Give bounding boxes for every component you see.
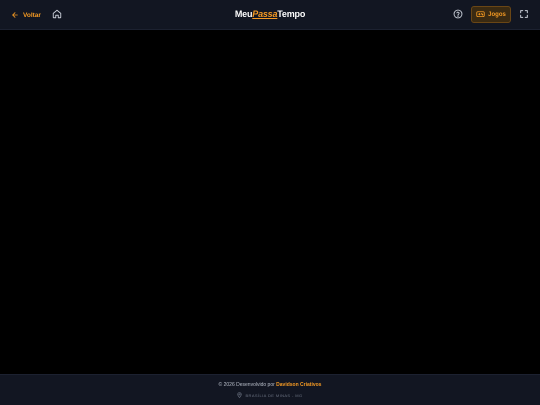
developer-link[interactable]: Davidson Criativos — [276, 382, 321, 388]
game-canvas[interactable] — [0, 30, 540, 374]
footer-credit: © 2026 Desenvolvido por Davidson Criativ… — [0, 382, 540, 388]
logo-part-2: Passa — [252, 9, 278, 19]
map-pin-icon — [237, 392, 243, 399]
footer-location: BRASÍLIA DE MINAS - MG — [0, 392, 540, 399]
top-bar: Voltar MeuPassaTempo Jogos — [0, 0, 540, 30]
fullscreen-icon — [519, 6, 529, 24]
app-window: Voltar MeuPassaTempo Jogos © 2026 Desenv… — [0, 0, 540, 405]
fullscreen-button[interactable] — [518, 9, 530, 21]
help-button[interactable] — [452, 9, 464, 21]
help-circle-icon — [453, 6, 463, 24]
gamepad-icon — [476, 10, 485, 20]
footer-credit-prefix: © 2026 Desenvolvido por — [218, 382, 275, 388]
games-button-label: Jogos — [488, 11, 506, 18]
logo-part-1: Meu — [234, 9, 253, 19]
footer: © 2026 Desenvolvido por Davidson Criativ… — [0, 374, 540, 405]
location-text: BRASÍLIA DE MINAS - MG — [245, 393, 303, 398]
logo-part-3: Tempo — [277, 9, 306, 19]
games-button[interactable]: Jogos — [471, 6, 511, 23]
